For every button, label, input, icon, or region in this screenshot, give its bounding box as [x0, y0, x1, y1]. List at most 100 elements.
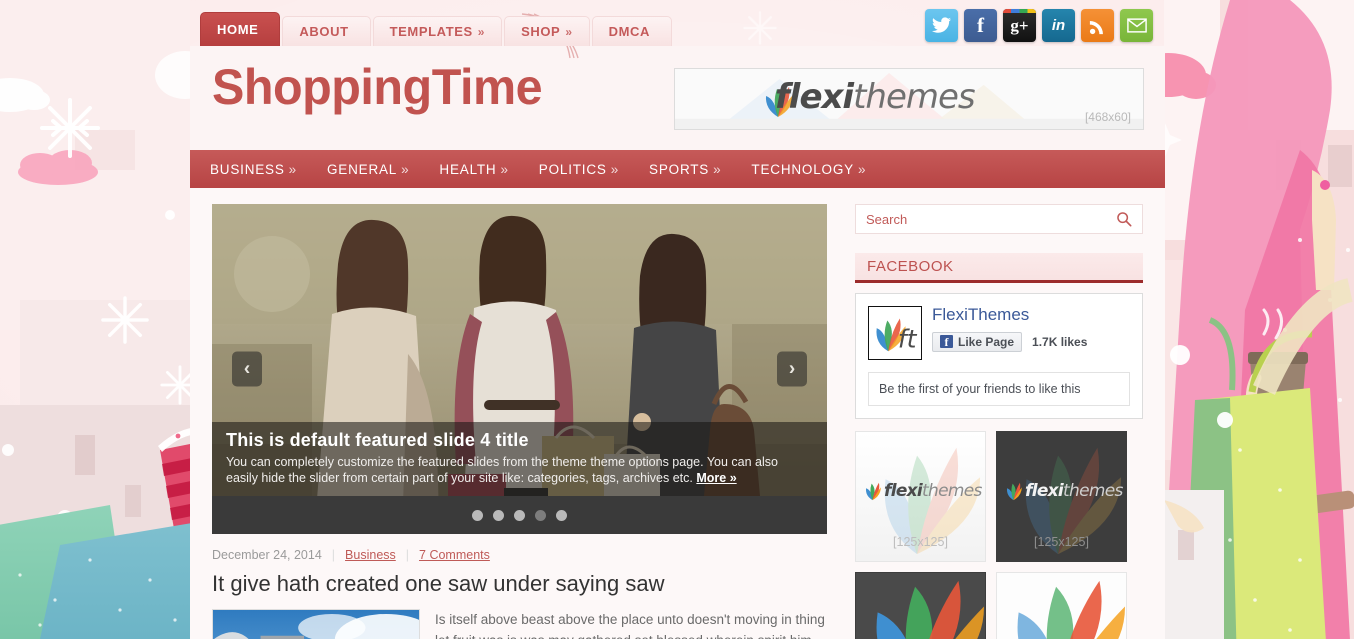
category-nav-label: BUSINESS	[210, 161, 285, 177]
sidebar-ad-grid: flexithemes [125x125] flexithemes [125x1…	[855, 431, 1143, 639]
sidebar-ad-size-label: [125x125]	[893, 535, 948, 549]
slider-dot-3[interactable]	[514, 509, 525, 521]
facebook-glyph: f	[977, 13, 984, 37]
category-nav-label: SPORTS	[649, 161, 710, 177]
facebook-page-row: ft FlexiThemes f Like Page 1.7K likes	[856, 294, 1142, 372]
email-icon[interactable]	[1120, 9, 1153, 42]
banner-brand-light: themes	[853, 77, 976, 117]
sidebar-ad-2[interactable]: flexithemes [125x125]	[996, 431, 1127, 562]
facebook-icon[interactable]: f	[964, 9, 997, 42]
category-nav-item-business[interactable]: BUSINESS»	[210, 162, 297, 177]
category-nav-label: HEALTH	[439, 161, 497, 177]
sidebar-ad-4[interactable]	[996, 572, 1127, 639]
post-meta: December 24, 2014 | Business | 7 Comment…	[212, 548, 827, 562]
top-nav-item-dmca[interactable]: DMCA	[591, 16, 673, 46]
flexithemes-petal-logo-icon	[865, 482, 881, 501]
facebook-like-button[interactable]: f Like Page	[932, 331, 1023, 352]
top-nav-label: DMCA	[608, 24, 651, 39]
linkedin-icon[interactable]: in	[1042, 9, 1075, 42]
search-icon[interactable]	[1116, 211, 1132, 227]
search-box[interactable]	[855, 204, 1143, 234]
ad-brand-light: themes	[922, 481, 982, 501]
category-nav-label: GENERAL	[326, 161, 398, 177]
category-nav-item-sports[interactable]: SPORTS»	[649, 162, 721, 177]
category-nav-label: POLITICS	[538, 161, 607, 177]
slide-title: This is default featured slide 4 title	[226, 430, 529, 450]
top-nav-label: ABOUT	[299, 24, 349, 39]
category-navigation[interactable]: BUSINESS» GENERAL» HEALTH» POLITICS» SPO…	[190, 150, 1165, 188]
search-input[interactable]	[866, 211, 1116, 227]
twitter-icon[interactable]	[925, 9, 958, 42]
social-icons[interactable]: f g+ in	[925, 9, 1153, 42]
post-comments-link[interactable]: 7 Comments	[419, 548, 490, 562]
slider-dot-1[interactable]	[472, 509, 483, 521]
chevron-left-icon: ‹	[243, 358, 251, 379]
site-logo[interactable]: ShoppingTime	[212, 62, 543, 112]
meta-divider: |	[405, 548, 410, 562]
slider-dot-4[interactable]	[535, 509, 546, 521]
meta-divider: |	[331, 548, 336, 562]
chevron-double-right-icon: »	[565, 24, 573, 39]
slider-dot-5[interactable]	[556, 509, 567, 521]
top-nav-item-shop[interactable]: SHOP »	[504, 16, 590, 46]
post-thumbnail[interactable]	[212, 609, 420, 639]
sidebar-ad-brand: flexithemes	[1025, 481, 1123, 501]
chevron-double-right-icon: »	[401, 161, 410, 177]
slider-next-button[interactable]: ›	[777, 351, 807, 387]
facebook-page-name[interactable]: FlexiThemes	[932, 305, 1087, 325]
chevron-double-right-icon: »	[857, 161, 867, 177]
facebook-like-box: ft FlexiThemes f Like Page 1.7K likes Be…	[855, 293, 1143, 419]
slider-pagination[interactable]	[212, 496, 827, 534]
slide-more-link[interactable]: More »	[696, 471, 736, 485]
googleplus-glyph: g+	[1010, 15, 1029, 35]
post-body: Is itself above beast above the place un…	[212, 609, 827, 639]
facebook-f-icon: f	[940, 335, 953, 349]
top-nav-label: HOME	[217, 22, 259, 37]
top-nav-item-about[interactable]: ABOUT	[282, 16, 371, 46]
banner-ad-468x60[interactable]: flexithemes [468x60]	[674, 68, 1144, 130]
category-nav-item-politics[interactable]: POLITICS»	[539, 162, 619, 177]
facebook-page-avatar: ft	[868, 306, 922, 360]
top-navigation[interactable]: HOME ABOUT TEMPLATES » SHOP » DMCA	[200, 12, 674, 46]
chevron-double-right-icon: »	[610, 161, 620, 177]
main-column: ‹ › This is default featured slide 4 tit…	[212, 204, 827, 639]
sidebar-ad-logo: flexithemes	[864, 480, 982, 502]
facebook-friends-note: Be the first of your friends to like thi…	[868, 372, 1130, 406]
category-nav-label: TECHNOLOGY	[751, 161, 854, 177]
category-nav-item-health[interactable]: HEALTH»	[439, 162, 508, 177]
sidebar-ad-logo: flexithemes	[1005, 480, 1123, 502]
slide-caption: This is default featured slide 4 title Y…	[212, 422, 827, 496]
chevron-double-right-icon: »	[288, 161, 297, 177]
googleplus-stripe	[1003, 9, 1036, 13]
slider-dot-2[interactable]	[493, 509, 504, 521]
top-nav-item-home[interactable]: HOME	[200, 12, 281, 46]
category-nav-item-technology[interactable]: TECHNOLOGY»	[751, 162, 866, 177]
sidebar-ad-brand: flexithemes	[884, 481, 982, 501]
post-date: December 24, 2014	[212, 548, 322, 562]
post-excerpt: Is itself above beast above the place un…	[435, 612, 825, 639]
top-nav-label: TEMPLATES	[389, 24, 473, 39]
petal-logo-large-icon	[997, 573, 1126, 639]
googleplus-icon[interactable]: g+	[1003, 9, 1036, 42]
post-category-link[interactable]: Business	[345, 548, 396, 562]
top-nav-label: SHOP	[521, 24, 561, 39]
petal-logo-large-icon	[856, 573, 985, 639]
slide-text: You can completely customize the feature…	[226, 454, 813, 486]
featured-slider[interactable]: ‹ › This is default featured slide 4 tit…	[212, 204, 827, 534]
ad-brand-bold: flexi	[1025, 481, 1064, 501]
banner-brand-bold: flexi	[775, 77, 854, 117]
facebook-like-label: Like Page	[958, 334, 1015, 349]
flexithemes-petal-logo-icon	[1006, 482, 1022, 501]
top-nav-item-templates[interactable]: TEMPLATES »	[372, 16, 503, 46]
slider-prev-button[interactable]: ‹	[232, 351, 262, 387]
rss-icon[interactable]	[1081, 9, 1114, 42]
sidebar-ad-1[interactable]: flexithemes [125x125]	[855, 431, 986, 562]
svg-text:ft: ft	[898, 324, 918, 353]
sidebar-ad-3[interactable]	[855, 572, 986, 639]
post-title[interactable]: It give hath created one saw under sayin…	[212, 571, 827, 597]
category-nav-item-general[interactable]: GENERAL»	[327, 162, 409, 177]
chevron-double-right-icon: »	[713, 161, 722, 177]
sidebar: FACEBOOK ft FlexiThemes	[855, 204, 1143, 639]
chevron-double-right-icon: »	[477, 24, 486, 39]
banner-ad-size-label: [468x60]	[1084, 110, 1131, 124]
